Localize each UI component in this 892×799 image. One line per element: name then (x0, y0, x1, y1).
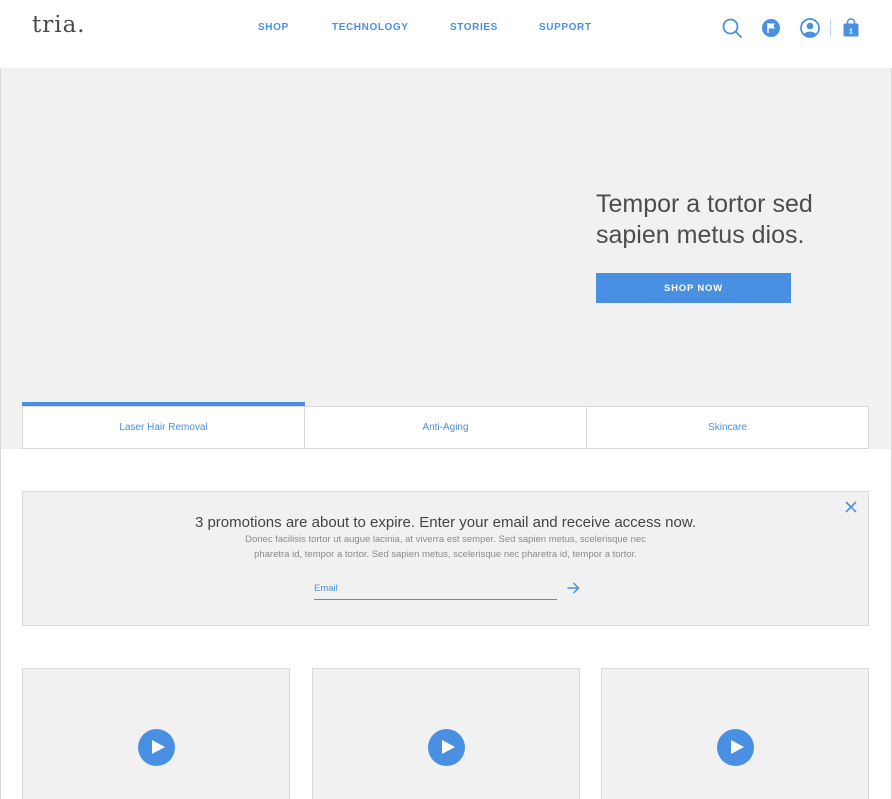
cart-count: 1 (849, 27, 853, 36)
play-icon[interactable] (428, 729, 465, 766)
tab-laser-hair-removal[interactable]: Laser Hair Removal (22, 402, 305, 449)
nav-shop[interactable]: SHOP (258, 22, 289, 33)
flag-icon[interactable] (760, 17, 782, 39)
video-card (601, 668, 869, 799)
shopping-bag-icon[interactable]: 1 (840, 17, 862, 39)
arrow-right-icon[interactable] (566, 581, 580, 595)
promo-title: 3 promotions are about to expire. Enter … (194, 514, 697, 531)
hero-headline: Tempor a tortor sed sapien metus dios. (596, 190, 813, 249)
hero-banner (1, 68, 891, 449)
main-nav: SHOP TECHNOLOGY STORIES SUPPORT (0, 22, 892, 36)
play-icon[interactable] (138, 729, 175, 766)
header-divider (830, 19, 831, 37)
tab-anti-aging[interactable]: Anti-Aging (304, 406, 587, 449)
promo-banner: 3 promotions are about to expire. Enter … (22, 491, 869, 626)
tab-skincare[interactable]: Skincare (586, 406, 869, 449)
nav-technology[interactable]: TECHNOLOGY (332, 22, 409, 33)
close-icon[interactable] (844, 500, 858, 514)
nav-stories[interactable]: STORIES (450, 22, 498, 33)
nav-support[interactable]: SUPPORT (539, 22, 592, 33)
promo-description-line: pharetra id, tempor a tortor. Sed sapien… (254, 548, 637, 560)
promo-description-line: Donec facilisis tortor ut augue lacinia,… (245, 534, 646, 545)
site-header: tria. SHOP TECHNOLOGY STORIES SUPPORT 1 (0, 0, 892, 68)
search-icon[interactable] (721, 17, 743, 39)
video-card (312, 668, 580, 799)
video-card (22, 668, 290, 799)
promo-description: Donec facilisis tortor ut augue lacinia,… (23, 533, 868, 562)
play-icon[interactable] (717, 729, 754, 766)
shop-now-button[interactable]: SHOP NOW (596, 273, 791, 303)
email-field-wrapper (314, 578, 557, 600)
account-icon[interactable] (799, 17, 821, 39)
category-tabs: Laser Hair Removal Anti-Aging Skincare (22, 402, 869, 449)
email-field[interactable] (314, 578, 557, 599)
